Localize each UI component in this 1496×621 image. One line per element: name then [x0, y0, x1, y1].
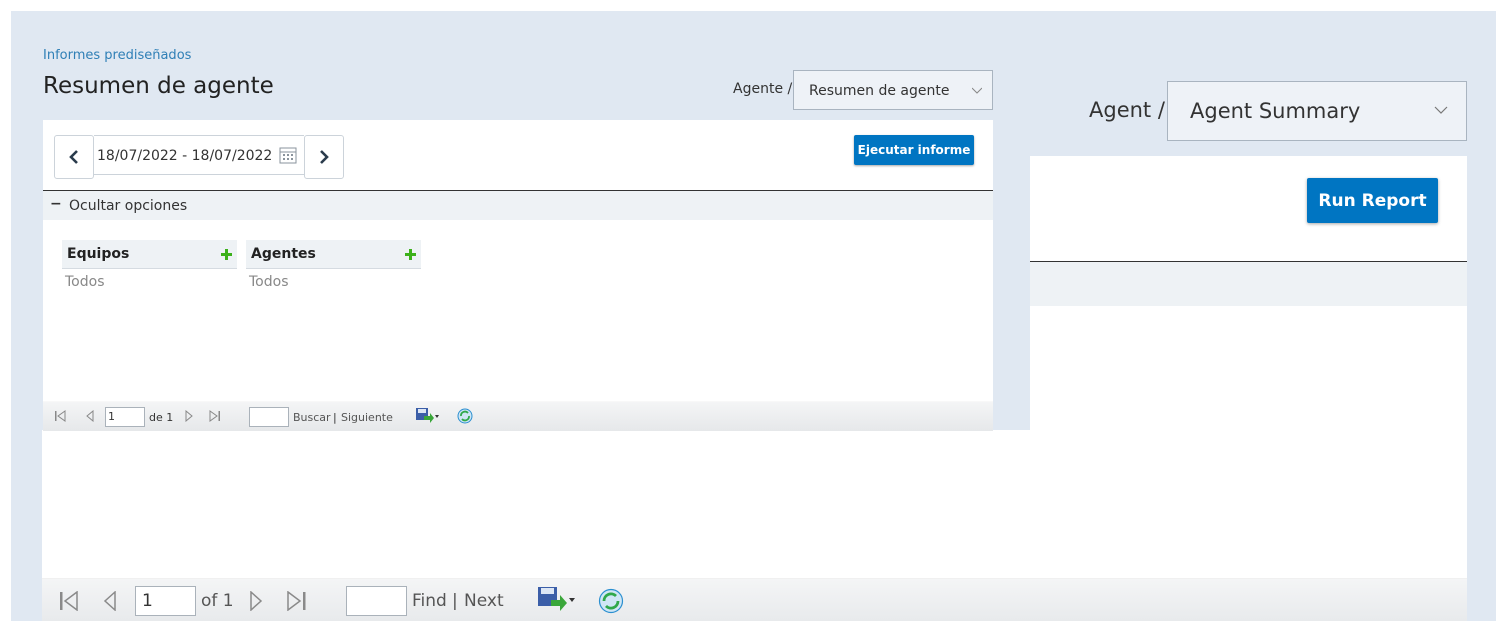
separator: |: [333, 411, 337, 424]
filter-agents-value: Todos: [249, 274, 289, 290]
find-next-link[interactable]: Siguiente: [341, 411, 393, 424]
report-select[interactable]: Resumen de agente: [793, 70, 993, 110]
add-icon[interactable]: [405, 249, 416, 260]
find-input[interactable]: [249, 407, 289, 427]
find-next-link[interactable]: Next: [464, 591, 504, 611]
zoomed-report-select[interactable]: Agent Summary: [1167, 81, 1467, 141]
minus-icon: −: [50, 196, 62, 212]
first-page-icon[interactable]: [59, 591, 79, 611]
find-link[interactable]: Buscar: [293, 411, 331, 424]
chevron-down-icon: [1434, 106, 1448, 114]
last-page-icon[interactable]: [287, 591, 307, 611]
report-toolbar: 1 de 1 Buscar | Siguiente: [43, 401, 993, 431]
previous-page-icon[interactable]: [85, 410, 95, 422]
zoomed-report-select-value: Agent Summary: [1190, 99, 1361, 123]
toggle-options-label: Ocultar opciones: [69, 198, 188, 214]
toggle-options[interactable]: − Ocultar opciones: [43, 191, 993, 220]
last-page-icon[interactable]: [209, 410, 221, 422]
date-range-value: 18/07/2022 - 18/07/2022: [97, 148, 273, 164]
previous-page-icon[interactable]: [102, 591, 118, 611]
chevron-left-icon: [69, 150, 78, 164]
filter-teams-header: Equipos: [62, 240, 237, 269]
export-icon[interactable]: [537, 586, 577, 612]
export-icon[interactable]: [415, 407, 439, 423]
first-page-icon[interactable]: [54, 410, 66, 422]
refresh-icon[interactable]: [457, 408, 473, 424]
breadcrumb[interactable]: Informes prediseñados: [43, 48, 191, 63]
filter-agents-header: Agentes: [246, 240, 421, 269]
next-page-icon[interactable]: [248, 591, 264, 611]
date-range-field[interactable]: 18/07/2022 - 18/07/2022: [94, 135, 304, 175]
date-range-picker: 18/07/2022 - 18/07/2022: [54, 135, 344, 179]
report-select-value: Resumen de agente: [809, 83, 950, 99]
find-link[interactable]: Find: [412, 591, 447, 611]
previous-date-button[interactable]: [54, 135, 94, 179]
next-date-button[interactable]: [304, 135, 344, 179]
chevron-down-icon: [972, 87, 982, 94]
filter-agents: Agentes Todos: [246, 240, 421, 290]
page-title: Resumen de agente: [43, 73, 274, 99]
zoomed-selector-label: Agent /: [1089, 98, 1165, 122]
refresh-icon[interactable]: [598, 588, 624, 614]
calendar-icon[interactable]: [279, 146, 297, 164]
page-count: of 1: [201, 591, 234, 611]
selector-label: Agente /: [733, 81, 793, 97]
filter-teams-value: Todos: [65, 274, 105, 290]
zoomed-report-toolbar: 1 of 1 Find | Next: [42, 578, 1467, 621]
next-page-icon[interactable]: [184, 410, 194, 422]
run-report-button[interactable]: Ejecutar informe: [854, 135, 974, 165]
separator: |: [452, 591, 458, 611]
filter-agents-label: Agentes: [251, 246, 316, 262]
chevron-right-icon: [320, 150, 329, 164]
run-report-button[interactable]: Run Report: [1307, 178, 1438, 223]
find-input[interactable]: [346, 586, 407, 616]
page-count: de 1: [149, 411, 174, 424]
filter-teams-label: Equipos: [67, 246, 130, 262]
filter-teams: Equipos Todos: [62, 240, 237, 290]
page-number-input[interactable]: 1: [105, 407, 145, 427]
zoomed-options-band: [1030, 261, 1467, 306]
page-number-input[interactable]: 1: [135, 586, 196, 616]
add-icon[interactable]: [221, 249, 232, 260]
